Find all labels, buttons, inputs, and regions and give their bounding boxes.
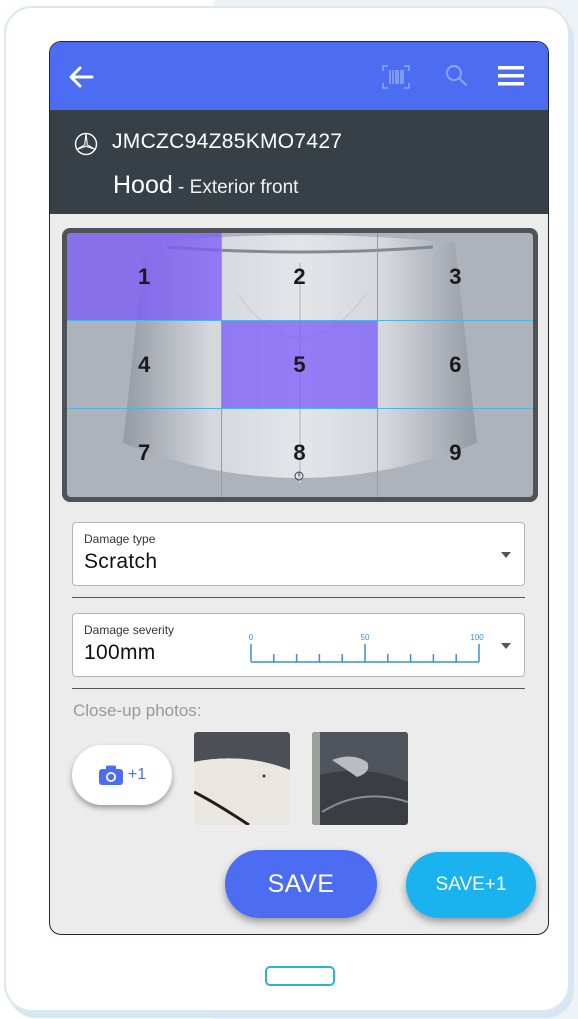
divider: [72, 597, 525, 598]
damage-severity-select[interactable]: Damage severity 100mm 0 50 100: [72, 613, 525, 677]
damage-type-select[interactable]: Damage type Scratch: [72, 522, 525, 586]
scale-label-mid: 50: [361, 633, 370, 642]
vehicle-header: JMCZC94Z85KMO7427 Hood - Exterior front: [50, 110, 548, 214]
grid-cell-number: 4: [138, 351, 151, 377]
hood-photo-container: 1 2 3 4 5 6 7 8 9: [67, 233, 533, 497]
back-arrow-icon[interactable]: [66, 62, 96, 92]
grid-cell-6[interactable]: 6: [377, 321, 533, 409]
divider: [72, 688, 525, 689]
grid-cell-number: 7: [138, 440, 151, 465]
grid-cell-number: 8: [293, 440, 306, 465]
app-bar: [50, 42, 548, 110]
vehicle-vin: JMCZC94Z85KMO7427: [112, 130, 343, 153]
grid-cell-8[interactable]: 8: [222, 409, 378, 497]
dropdown-arrow-icon: [501, 643, 511, 649]
grid-cell-1[interactable]: 1: [67, 233, 223, 321]
grid-cell-number: 5: [293, 351, 306, 377]
scale-label-max: 100: [470, 633, 484, 642]
damage-type-label: Damage type: [84, 532, 156, 546]
grid-cell-number: 6: [449, 351, 462, 377]
closeup-photo-2[interactable]: [312, 732, 408, 825]
scale-label-min: 0: [249, 633, 254, 642]
dropdown-arrow-icon: [501, 552, 511, 558]
save-button[interactable]: SAVE: [225, 850, 377, 918]
photo-count-badge: +1: [127, 766, 147, 783]
hamburger-menu-icon[interactable]: [496, 64, 526, 88]
grid-cell-number: 9: [449, 440, 462, 465]
mercedes-star-icon: [74, 132, 98, 156]
grid-cell-number: 3: [449, 263, 462, 289]
damage-severity-label: Damage severity: [84, 623, 175, 637]
severity-scale: 0 50 100: [249, 633, 484, 663]
part-name: Hood: [113, 171, 173, 199]
grid-cell-number: 1: [138, 263, 151, 289]
grid-cell-5[interactable]: 5: [222, 321, 378, 409]
search-icon[interactable]: [443, 62, 469, 90]
damage-severity-value: 100mm: [84, 641, 156, 664]
grid-cell-9[interactable]: 9: [377, 409, 533, 497]
grid-cell-4[interactable]: 4: [67, 321, 223, 409]
add-photo-button[interactable]: +1: [72, 745, 172, 805]
part-subtitle: - Exterior front: [172, 177, 299, 198]
hood-emblem-icon: [294, 471, 304, 481]
grid-cell-3[interactable]: 3: [377, 233, 533, 321]
damage-area-grid: 1 2 3 4 5 6 7 8 9: [62, 228, 538, 502]
grid-cells: 1 2 3 4 5 6 7 8 9: [67, 233, 533, 497]
save-plus-one-button[interactable]: SAVE+1: [406, 852, 536, 918]
barcode-scan-icon[interactable]: [381, 64, 411, 90]
part-title: Hood - Exterior front: [113, 171, 298, 200]
grid-cell-7[interactable]: 7: [67, 409, 223, 497]
grid-cell-2[interactable]: 2: [222, 233, 378, 321]
app-screen: JMCZC94Z85KMO7427 Hood - Exterior front: [49, 41, 549, 935]
closeup-photos-label: Close-up photos:: [73, 701, 202, 720]
camera-icon: [98, 765, 123, 785]
closeup-photo-1[interactable]: [194, 732, 290, 825]
home-button[interactable]: [265, 966, 335, 986]
damage-type-value: Scratch: [84, 550, 158, 573]
grid-cell-number: 2: [293, 263, 306, 289]
